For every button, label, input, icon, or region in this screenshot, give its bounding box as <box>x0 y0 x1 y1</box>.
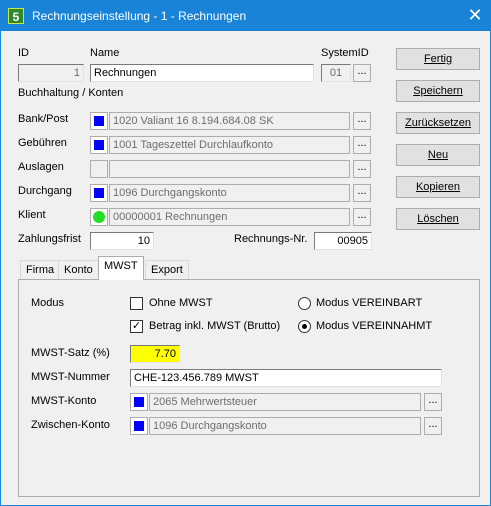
id-field: 1 <box>18 64 84 82</box>
durchgang-account-value: 1096 Durchgangskonto <box>109 184 350 202</box>
modus-vereinnahmt-label: Modus VEREINNAHMT <box>316 320 433 332</box>
kopieren-button[interactable]: Kopieren <box>396 176 480 198</box>
bank-post-account-value: 1020 Valiant 16 8.194.684.08 SK <box>109 112 350 130</box>
name-label: Name <box>90 47 120 59</box>
klient-browse-button[interactable]: ... <box>353 208 371 226</box>
ohne-mwst-checkbox[interactable] <box>130 297 143 310</box>
speichern-button[interactable]: Speichern <box>396 80 480 102</box>
rechnungs-nr-label: Rechnungs-Nr. <box>234 233 308 245</box>
gebuehren-account-field[interactable]: 1001 Tageszettel Durchlaufkonto <box>90 136 350 154</box>
dialog-window: 5 Rechnungseinstellung - 1 - Rechnungen … <box>0 0 491 506</box>
account-color-swatch <box>130 393 148 411</box>
gebuehren-label: Gebühren <box>18 137 67 149</box>
modus-vereinnahmt-radio[interactable] <box>298 320 311 333</box>
bank-post-account-field[interactable]: 1020 Valiant 16 8.194.684.08 SK <box>90 112 350 130</box>
brutto-checkbox[interactable]: ✓ <box>130 320 143 333</box>
zahlungsfrist-label: Zahlungsfrist <box>18 233 81 245</box>
tab-firma[interactable]: Firma <box>20 260 61 279</box>
auslagen-browse-button[interactable]: ... <box>353 160 371 178</box>
id-label: ID <box>18 47 29 59</box>
auslagen-account-field[interactable] <box>90 160 350 178</box>
mwst-konto-field[interactable]: 2065 Mehrwertsteuer <box>130 393 421 411</box>
tab-mwst[interactable]: MWST <box>98 256 144 280</box>
bank-post-browse-button[interactable]: ... <box>353 112 371 130</box>
rechnungs-nr-field[interactable]: 00905 <box>314 232 372 250</box>
loeschen-button[interactable]: Löschen <box>396 208 480 230</box>
gebuehren-account-value: 1001 Tageszettel Durchlaufkonto <box>109 136 350 154</box>
durchgang-browse-button[interactable]: ... <box>353 184 371 202</box>
durchgang-account-field[interactable]: 1096 Durchgangskonto <box>90 184 350 202</box>
accounts-section-label: Buchhaltung / Konten <box>18 87 124 99</box>
mwst-satz-field[interactable]: 7.70 <box>130 345 180 363</box>
fertig-button[interactable]: Fertig <box>396 48 480 70</box>
modus-vereinbart-label: Modus VEREINBART <box>316 297 423 309</box>
mwst-nummer-label: MWST-Nummer <box>31 371 110 383</box>
modus-vereinbart-radio[interactable] <box>298 297 311 310</box>
auslagen-account-value <box>109 160 350 178</box>
mwst-satz-label: MWST-Satz (%) <box>31 347 110 359</box>
zwischen-konto-label: Zwischen-Konto <box>31 419 110 431</box>
mwst-konto-label: MWST-Konto <box>31 395 97 407</box>
bank-post-label: Bank/Post <box>18 113 69 125</box>
radio-selected-dot <box>302 324 307 329</box>
account-color-swatch <box>90 112 108 130</box>
auslagen-label: Auslagen <box>18 161 64 173</box>
brutto-label: Betrag inkl. MWST (Brutto) <box>149 320 281 332</box>
klient-account-value: 00000001 Rechnungen <box>109 208 350 226</box>
systemid-label: SystemID <box>321 47 369 59</box>
client-status-swatch <box>90 208 108 226</box>
mwst-tab-panel <box>18 279 480 497</box>
mwst-konto-browse-button[interactable]: ... <box>424 393 442 411</box>
zahlungsfrist-field[interactable]: 10 <box>90 232 154 250</box>
tab-konto[interactable]: Konto <box>58 260 99 279</box>
name-field[interactable]: Rechnungen <box>90 64 314 82</box>
zuruecksetzen-button[interactable]: Zurücksetzen <box>396 112 480 134</box>
close-icon[interactable]: ✕ <box>460 1 490 31</box>
account-color-swatch <box>90 136 108 154</box>
account-color-swatch <box>130 417 148 435</box>
window-title: Rechnungseinstellung - 1 - Rechnungen <box>32 9 247 23</box>
title-bar[interactable]: 5 Rechnungseinstellung - 1 - Rechnungen … <box>1 1 490 31</box>
zwischen-konto-browse-button[interactable]: ... <box>424 417 442 435</box>
account-color-swatch <box>90 184 108 202</box>
account-color-swatch <box>90 160 108 178</box>
zwischen-konto-value: 1096 Durchgangskonto <box>149 417 421 435</box>
systemid-browse-button[interactable]: ... <box>353 64 371 82</box>
systemid-field: 01 <box>321 64 351 82</box>
durchgang-label: Durchgang <box>18 185 72 197</box>
mwst-nummer-field[interactable]: CHE-123.456.789 MWST <box>130 369 442 387</box>
gebuehren-browse-button[interactable]: ... <box>353 136 371 154</box>
mwst-konto-value: 2065 Mehrwertsteuer <box>149 393 421 411</box>
klient-account-field[interactable]: 00000001 Rechnungen <box>90 208 350 226</box>
app-logo-icon: 5 <box>8 8 24 24</box>
modus-label: Modus <box>31 297 65 309</box>
ohne-mwst-label: Ohne MWST <box>149 297 213 309</box>
tab-export[interactable]: Export <box>145 260 189 279</box>
klient-label: Klient <box>18 209 46 221</box>
zwischen-konto-field[interactable]: 1096 Durchgangskonto <box>130 417 421 435</box>
neu-button[interactable]: Neu <box>396 144 480 166</box>
